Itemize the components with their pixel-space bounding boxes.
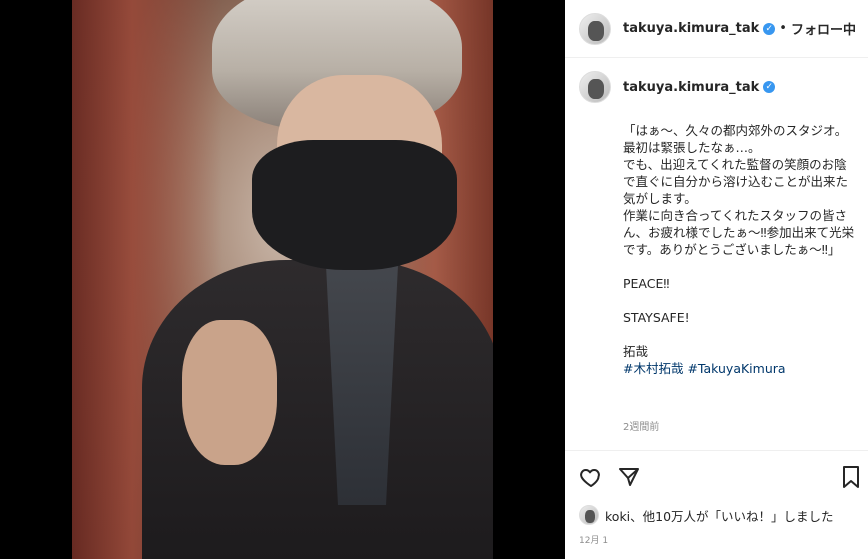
caption-author-avatar[interactable] [579, 71, 611, 103]
post-sidebar: takuya.kimura_tak ✓ • フォロー中 takuya.kimur… [565, 0, 868, 559]
post-photo[interactable] [72, 0, 493, 559]
action-bar [565, 450, 868, 502]
hashtags[interactable]: #木村拓哉 #TakuyaKimura [623, 361, 786, 376]
caption-author-username[interactable]: takuya.kimura_tak [623, 80, 759, 95]
heart-icon[interactable] [579, 465, 603, 489]
post-caption: 「はぁ〜、久々の都内郊外のスタジオ。 最初は緊張したなぁ…。 でも、出迎えてくれ… [623, 122, 858, 377]
post-date: 12月 1 [579, 536, 609, 546]
author-username[interactable]: takuya.kimura_tak [623, 21, 759, 36]
separator-dot: • [779, 21, 787, 36]
caption-text: 「はぁ〜、久々の都内郊外のスタジオ。 最初は緊張したなぁ…。 でも、出迎えてくれ… [623, 123, 855, 359]
post-header: takuya.kimura_tak ✓ • フォロー中 [565, 0, 868, 58]
following-button[interactable]: フォロー中 [791, 19, 856, 38]
caption-time: 2週間前 [623, 422, 660, 433]
likes-summary[interactable]: koki、他10万人が「いいね！」しました [579, 505, 834, 525]
caption-header: takuya.kimura_tak ✓ [565, 58, 868, 116]
liker-avatar [579, 505, 599, 525]
likes-text: koki、他10万人が「いいね！」しました [605, 508, 834, 524]
verified-badge-icon: ✓ [763, 22, 776, 35]
photo-thumbs-up-hand [182, 320, 277, 465]
paper-plane-icon[interactable] [617, 465, 641, 489]
bookmark-icon[interactable] [841, 465, 861, 489]
verified-badge-icon: ✓ [763, 81, 776, 93]
photo-mask [252, 140, 457, 270]
media-panel [0, 0, 565, 559]
author-avatar[interactable] [579, 12, 611, 45]
